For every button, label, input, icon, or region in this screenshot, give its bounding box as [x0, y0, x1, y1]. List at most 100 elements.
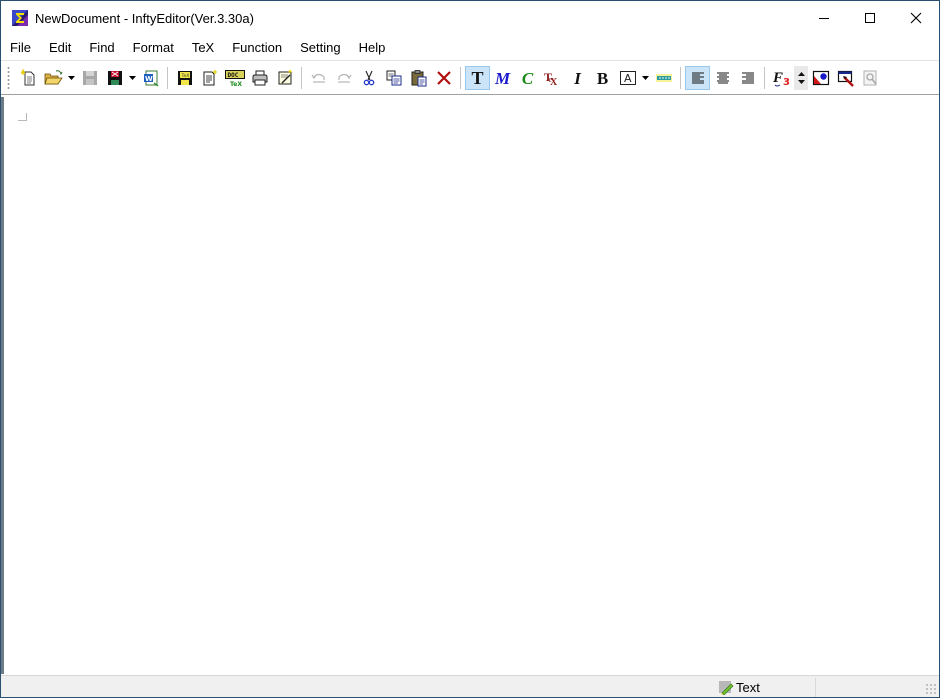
- redo-button[interactable]: [331, 66, 356, 90]
- italic-button[interactable]: I: [565, 66, 590, 90]
- svg-text:W: W: [145, 75, 153, 83]
- toolbar-separator: [460, 67, 461, 89]
- math-mode-button[interactable]: M: [490, 66, 515, 90]
- maximize-icon: [865, 13, 875, 23]
- paragraph-mark-icon: [18, 113, 27, 121]
- svg-text:TeX: TeX: [230, 81, 242, 88]
- italic-icon: I: [574, 68, 581, 88]
- font-size-button[interactable]: F 3: [769, 66, 794, 90]
- save-tex-button[interactable]: TeX: [172, 66, 197, 90]
- save-as-button[interactable]: [102, 66, 127, 90]
- close-button[interactable]: [893, 1, 939, 35]
- align-right-button[interactable]: [735, 66, 760, 90]
- infty-editor-logo-icon: [11, 9, 29, 27]
- undo-button[interactable]: [306, 66, 331, 90]
- align-center-icon: [716, 72, 729, 84]
- menu-bar: File Edit Find Format TeX Function Setti…: [1, 37, 939, 58]
- window-controls: [801, 1, 939, 35]
- image-icon: [812, 70, 829, 86]
- maximize-button[interactable]: [847, 1, 893, 35]
- toolbar-grip-handle[interactable]: [7, 66, 10, 90]
- save-as-dropdown-button[interactable]: [127, 66, 138, 90]
- tex-mode-button[interactable]: T X e: [540, 66, 565, 90]
- edit-properties-icon: [278, 70, 291, 85]
- toolbar: W TeX DOC TeX T M C T X e I B A F 3: [1, 60, 939, 95]
- new-document-icon: [20, 69, 34, 86]
- text-mode-button[interactable]: T: [465, 66, 490, 90]
- font-size-spinner[interactable]: [794, 66, 808, 90]
- chemistry-mode-button[interactable]: C: [515, 66, 540, 90]
- window-title: NewDocument - InftyEditor(Ver.3.30a): [35, 10, 254, 26]
- menu-tex[interactable]: TeX: [183, 37, 223, 58]
- open-dropdown-button[interactable]: [66, 66, 77, 90]
- menu-setting[interactable]: Setting: [291, 37, 349, 58]
- title-bar[interactable]: NewDocument - InftyEditor(Ver.3.30a): [1, 1, 939, 35]
- chevron-down-icon: [129, 76, 136, 80]
- highlight-button[interactable]: [651, 66, 676, 90]
- edit-properties-button[interactable]: [272, 66, 297, 90]
- select-region-button[interactable]: [833, 66, 858, 90]
- toolbar-separator: [167, 67, 168, 89]
- bold-button[interactable]: B: [590, 66, 615, 90]
- open-button[interactable]: [41, 66, 66, 90]
- magnifier-icon: [863, 70, 877, 86]
- delete-button[interactable]: [431, 66, 456, 90]
- copy-button[interactable]: [381, 66, 406, 90]
- insert-image-button[interactable]: [808, 66, 833, 90]
- save-as-icon: [107, 71, 122, 85]
- menu-file[interactable]: File: [1, 37, 40, 58]
- tex-compile-icon: DOC TeX: [224, 70, 245, 88]
- document-editor[interactable]: [1, 97, 939, 674]
- open-folder-icon: [43, 70, 63, 85]
- menu-help[interactable]: Help: [350, 37, 395, 58]
- new-page-button[interactable]: [197, 66, 222, 90]
- save-icon: [82, 71, 97, 85]
- bold-icon: B: [596, 68, 609, 88]
- menu-edit[interactable]: Edit: [40, 37, 80, 58]
- font-style-icon: A: [619, 71, 636, 85]
- save-button[interactable]: [77, 66, 102, 90]
- delete-x-icon: [436, 71, 451, 85]
- font-style-button[interactable]: A: [615, 66, 640, 90]
- resize-grip-handle[interactable]: [925, 683, 937, 695]
- menu-function[interactable]: Function: [223, 37, 291, 58]
- minimize-icon: [819, 18, 829, 19]
- svg-text:3: 3: [783, 77, 790, 88]
- status-input-mode: Text: [717, 678, 815, 697]
- chevron-down-icon: [68, 76, 75, 80]
- align-left-icon: [691, 72, 704, 84]
- menu-format[interactable]: Format: [124, 37, 183, 58]
- toolbar-separator: [680, 67, 681, 89]
- save-tex-icon: TeX: [177, 71, 192, 85]
- print-icon: [252, 70, 267, 86]
- font-style-dropdown-button[interactable]: [640, 66, 651, 90]
- redo-icon: [337, 73, 351, 83]
- minimize-button[interactable]: [801, 1, 847, 35]
- align-left-button[interactable]: [685, 66, 710, 90]
- svg-text:DOC: DOC: [227, 72, 238, 79]
- select-region-icon: [837, 70, 854, 87]
- svg-text:TeX: TeX: [180, 73, 189, 79]
- scissors-icon: [363, 70, 374, 86]
- tex-compile-button[interactable]: DOC TeX: [222, 66, 247, 90]
- highlight-icon: [655, 74, 672, 82]
- align-center-button[interactable]: [710, 66, 735, 90]
- chemistry-mode-icon: C: [521, 68, 534, 88]
- menu-find[interactable]: Find: [80, 37, 123, 58]
- copy-icon: [386, 70, 401, 86]
- text-mode-icon: T: [471, 68, 484, 88]
- new-document-button[interactable]: [16, 66, 41, 90]
- cut-button[interactable]: [356, 66, 381, 90]
- font-size-icon: F 3: [772, 70, 790, 88]
- tex-mode-icon: T X e: [544, 70, 558, 87]
- paste-button[interactable]: [406, 66, 431, 90]
- print-button[interactable]: [247, 66, 272, 90]
- new-page-icon: [203, 70, 217, 86]
- chevron-down-icon: [642, 76, 649, 80]
- toolbar-separator: [301, 67, 302, 89]
- svg-text:A: A: [624, 72, 632, 85]
- zoom-search-button[interactable]: [858, 66, 883, 90]
- close-icon: [910, 12, 922, 24]
- export-word-button[interactable]: W: [138, 66, 163, 90]
- paste-icon: [411, 70, 426, 87]
